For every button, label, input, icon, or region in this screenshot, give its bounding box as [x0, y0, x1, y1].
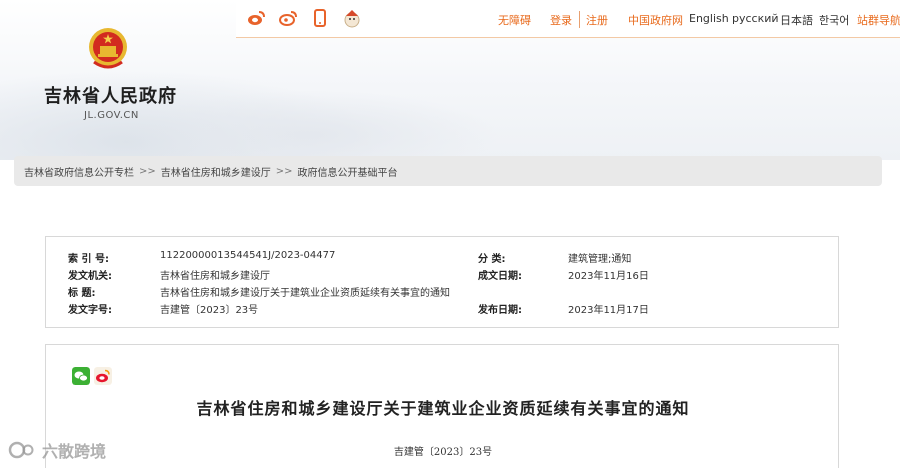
watermark: 六散跨境: [8, 438, 106, 462]
publish-label: 发布日期:: [478, 305, 522, 316]
register-link[interactable]: 注册: [586, 12, 608, 28]
date-label: 成文日期:: [478, 271, 522, 282]
social-links: [246, 8, 362, 28]
china-gov-link[interactable]: 中国政府网: [628, 12, 683, 28]
index-label: 索 引 号:: [68, 254, 109, 265]
issuer-label: 发文机关:: [68, 271, 112, 282]
share-buttons: [72, 367, 112, 385]
watermark-logo-icon: [8, 441, 34, 459]
breadcrumb-item[interactable]: 吉林省政府信息公开专栏: [24, 164, 134, 179]
mobile-icon[interactable]: [310, 8, 330, 28]
divider: [579, 11, 580, 28]
weibo-share-icon[interactable]: [94, 367, 112, 385]
site-nav-link[interactable]: 站群导航: [857, 12, 900, 28]
russian-link[interactable]: русский: [732, 12, 779, 25]
article-panel: 吉林省住房和城乡建设厅关于建筑业企业资质延续有关事宜的通知 吉建管〔2023〕2…: [45, 344, 839, 468]
date-value: 2023年11月16日: [568, 271, 649, 282]
breadcrumb-item[interactable]: 吉林省住房和城乡建设厅: [161, 164, 271, 179]
docno-label: 发文字号:: [68, 305, 112, 316]
category-label: 分 类:: [478, 254, 506, 265]
mascot-icon[interactable]: [342, 8, 362, 28]
weibo-alt-icon[interactable]: [278, 8, 298, 28]
login-link[interactable]: 登录: [550, 12, 572, 28]
breadcrumb-separator: >>: [275, 165, 293, 177]
national-emblem-icon: [89, 28, 127, 69]
accessibility-link[interactable]: 无障碍: [498, 12, 531, 28]
subject-value: 吉林省住房和城乡建设厅关于建筑业企业资质延续有关事宜的通知: [160, 288, 450, 299]
site-domain: JL.GOV.CN: [84, 110, 139, 121]
article-doc-number: 吉建管〔2023〕23号: [393, 447, 493, 458]
issuer-value: 吉林省住房和城乡建设厅: [160, 271, 270, 282]
japanese-link[interactable]: 日本語: [780, 12, 813, 28]
top-bar: 无障碍 登录 注册 中国政府网 English русский 日本語 한국어 …: [236, 0, 900, 38]
site-title[interactable]: 吉林省人民政府: [44, 82, 177, 108]
weibo-icon[interactable]: [246, 8, 266, 28]
breadcrumb: 吉林省政府信息公开专栏 >> 吉林省住房和城乡建设厅 >> 政府信息公开基础平台: [14, 156, 882, 186]
watermark-text: 六散跨境: [42, 442, 107, 461]
subject-label: 标 题:: [68, 288, 96, 299]
breadcrumb-separator: >>: [139, 165, 156, 177]
wechat-share-icon[interactable]: [72, 367, 90, 385]
docno-value: 吉建管〔2023〕23号: [160, 305, 259, 316]
category-value: 建筑管理;通知: [568, 254, 632, 265]
breadcrumb-item[interactable]: 政府信息公开基础平台: [298, 164, 398, 179]
english-link[interactable]: English: [689, 12, 729, 25]
index-value: 11220000013544541J/2023-04477: [160, 250, 336, 261]
publish-value: 2023年11月17日: [568, 305, 649, 316]
article-title: 吉林省住房和城乡建设厅关于建筑业企业资质延续有关事宜的通知: [196, 399, 690, 418]
mountain-decoration: [120, 90, 500, 160]
document-info-box: 索 引 号: 11220000013544541J/2023-04477 分 类…: [45, 236, 839, 328]
korean-link[interactable]: 한국어: [819, 12, 849, 28]
